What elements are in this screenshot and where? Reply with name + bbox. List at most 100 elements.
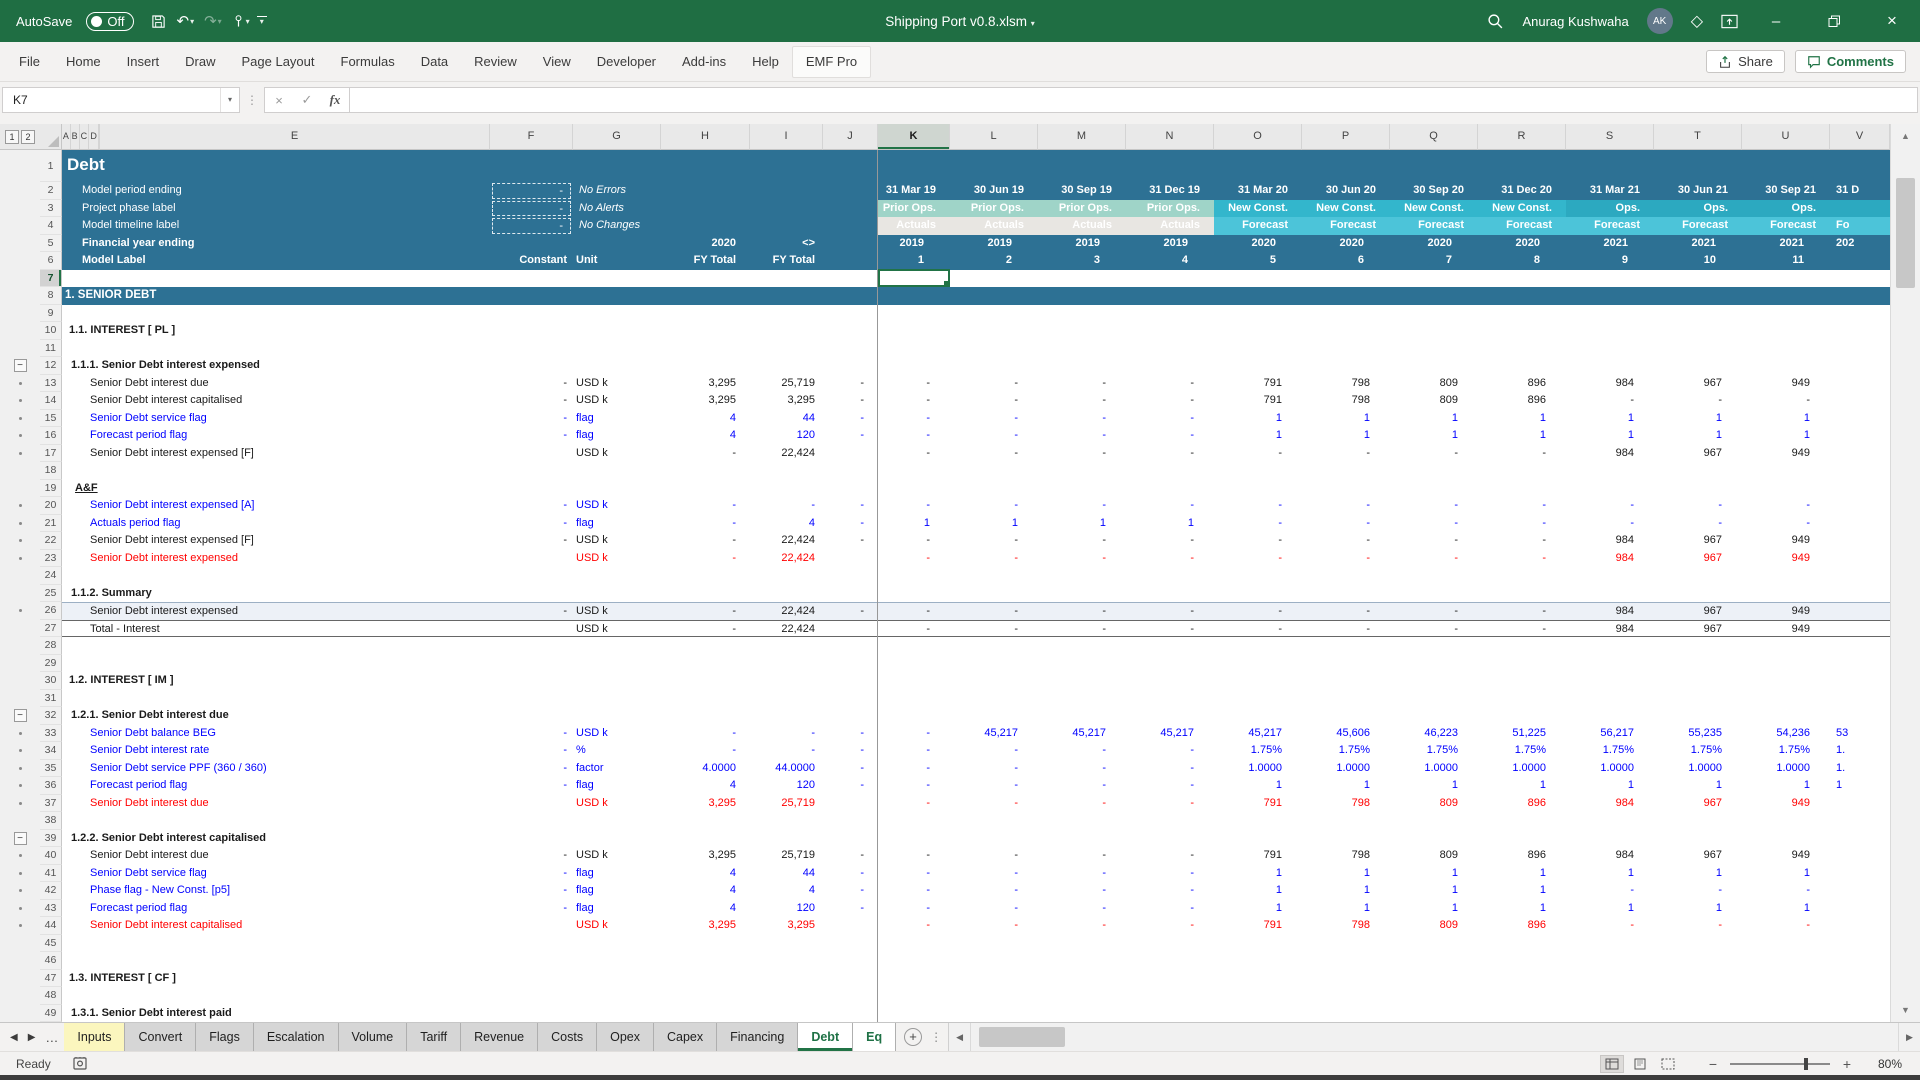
period-date[interactable]: 31 Mar 21: [1566, 182, 1654, 200]
row-number-45[interactable]: 45: [40, 935, 62, 953]
period-value[interactable]: -: [878, 900, 950, 918]
fy-total-value[interactable]: 120: [750, 777, 823, 795]
period-number[interactable]: 9: [1566, 252, 1654, 270]
ribbon-tab-review[interactable]: Review: [461, 43, 530, 81]
period-value[interactable]: 45,217: [1126, 725, 1214, 743]
spacer-value[interactable]: -: [823, 603, 878, 620]
spacer-value[interactable]: -: [823, 410, 878, 428]
period-value[interactable]: 967: [1654, 795, 1742, 813]
period-value[interactable]: 949: [1742, 847, 1830, 865]
selected-cell[interactable]: [878, 269, 950, 288]
period-value[interactable]: -: [950, 532, 1038, 550]
zoom-in-button[interactable]: +: [1840, 1056, 1854, 1072]
period-value[interactable]: 1.0000: [1478, 760, 1566, 778]
sheet-tab-revenue[interactable]: Revenue: [461, 1023, 538, 1051]
period-phase[interactable]: Ops.: [1654, 200, 1742, 218]
period-value[interactable]: -: [1390, 515, 1478, 533]
fy-total-value[interactable]: -: [661, 497, 750, 515]
period-value[interactable]: 984: [1566, 603, 1654, 620]
period-value[interactable]: -: [1214, 603, 1302, 620]
meta-value-input[interactable]: -: [492, 218, 571, 234]
fy-total-value[interactable]: -: [750, 742, 823, 760]
fy-total-value[interactable]: 4: [750, 882, 823, 900]
period-value[interactable]: 984: [1566, 445, 1654, 463]
period-value[interactable]: 1: [1302, 427, 1390, 445]
period-value[interactable]: -: [1478, 550, 1566, 568]
name-box[interactable]: K7 ▾: [2, 87, 240, 113]
sheet-tab-eq[interactable]: Eq: [853, 1023, 896, 1051]
period-value[interactable]: -: [1742, 392, 1830, 410]
period-value[interactable]: 1: [1742, 865, 1830, 883]
period-value[interactable]: -: [1038, 760, 1126, 778]
period-value[interactable]: -: [1126, 532, 1214, 550]
period-number[interactable]: 8: [1478, 252, 1566, 270]
period-value[interactable]: -: [1126, 900, 1214, 918]
period-value[interactable]: 55,235: [1654, 725, 1742, 743]
horizontal-scroll-thumb[interactable]: [979, 1027, 1065, 1047]
fy-total-value[interactable]: -: [661, 550, 750, 568]
constant-value[interactable]: -: [490, 777, 573, 795]
period-value[interactable]: -: [1302, 550, 1390, 568]
row-number-16[interactable]: 16: [40, 427, 62, 445]
period-value[interactable]: 1: [1390, 427, 1478, 445]
period-value[interactable]: 967: [1654, 603, 1742, 620]
period-value[interactable]: 1: [1654, 410, 1742, 428]
period-value[interactable]: 1: [1214, 882, 1302, 900]
row-number-25[interactable]: 25: [40, 585, 62, 603]
period-year[interactable]: 2020: [1390, 235, 1478, 253]
period-value[interactable]: 1: [1302, 410, 1390, 428]
autosave-toggle[interactable]: Off: [86, 12, 134, 31]
period-value[interactable]: -: [878, 760, 950, 778]
period-timeline[interactable]: Forecast: [1742, 217, 1830, 235]
period-value[interactable]: -: [1478, 515, 1566, 533]
period-year[interactable]: 2021: [1566, 235, 1654, 253]
row-number-42[interactable]: 42: [40, 882, 62, 900]
period-value[interactable]: -: [1214, 497, 1302, 515]
period-year-cut[interactable]: 202: [1830, 235, 1890, 253]
constant-value[interactable]: -: [490, 725, 573, 743]
constant-value[interactable]: -: [490, 760, 573, 778]
fy-total-value[interactable]: 4: [661, 777, 750, 795]
row-number-10[interactable]: 10: [40, 322, 62, 340]
search-icon[interactable]: [1487, 13, 1504, 30]
period-timeline[interactable]: Actuals: [1038, 217, 1126, 235]
row-number-32[interactable]: 32: [40, 707, 62, 725]
period-value[interactable]: -: [950, 410, 1038, 428]
ribbon-tab-data[interactable]: Data: [408, 43, 461, 81]
row-number-12[interactable]: 12: [40, 357, 62, 375]
constant-value[interactable]: -: [490, 427, 573, 445]
fy-total-value[interactable]: 3,295: [661, 392, 750, 410]
period-value[interactable]: -: [1566, 882, 1654, 900]
column-header-M[interactable]: M: [1038, 124, 1126, 150]
fy-total-value[interactable]: 22,424: [750, 532, 823, 550]
row-number-7[interactable]: 7: [40, 270, 62, 288]
meta-value-input[interactable]: -: [492, 183, 571, 199]
column-header-Q[interactable]: Q: [1390, 124, 1478, 150]
fy-total-value[interactable]: -: [661, 742, 750, 760]
row-number-27[interactable]: 27: [40, 620, 62, 638]
row-number-47[interactable]: 47: [40, 970, 62, 988]
period-value[interactable]: -: [1478, 603, 1566, 620]
touch-mode-button[interactable]: ▾: [229, 14, 253, 28]
constant-value[interactable]: -: [490, 375, 573, 393]
period-value[interactable]: 1: [1654, 900, 1742, 918]
period-value[interactable]: -: [950, 760, 1038, 778]
period-value[interactable]: -: [1038, 603, 1126, 620]
period-value[interactable]: 809: [1390, 847, 1478, 865]
period-value[interactable]: 1: [1742, 900, 1830, 918]
row-number-48[interactable]: 48: [40, 987, 62, 1005]
period-value[interactable]: 798: [1302, 795, 1390, 813]
period-value[interactable]: 967: [1654, 621, 1742, 637]
period-value[interactable]: -: [1126, 375, 1214, 393]
fy-total-value[interactable]: -: [750, 725, 823, 743]
row-number-30[interactable]: 30: [40, 672, 62, 690]
constant-value[interactable]: -: [490, 532, 573, 550]
period-value[interactable]: -: [1126, 497, 1214, 515]
period-value[interactable]: 967: [1654, 532, 1742, 550]
fy-total-value[interactable]: 4.0000: [661, 760, 750, 778]
period-value[interactable]: -: [878, 882, 950, 900]
zoom-slider-thumb[interactable]: [1804, 1058, 1808, 1070]
row-number-24[interactable]: 24: [40, 567, 62, 585]
page-layout-view-button[interactable]: [1628, 1055, 1652, 1073]
period-value[interactable]: 1: [1654, 777, 1742, 795]
